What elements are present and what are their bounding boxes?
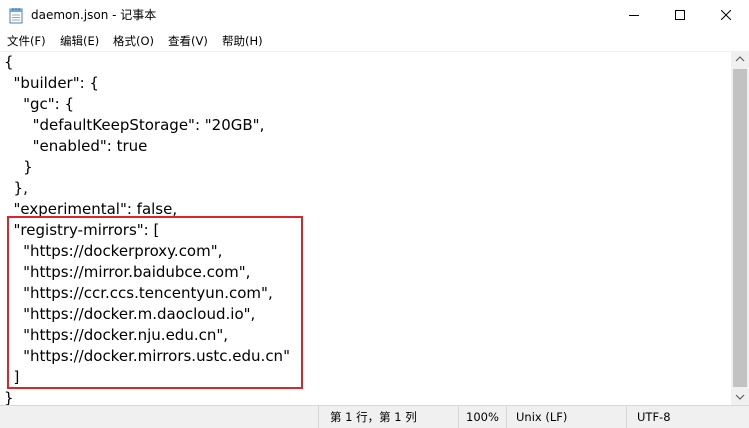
text-editor[interactable]: { "builder": { "gc": { "defaultKeepStora… — [0, 51, 731, 406]
line-ending: Unix (LF) — [516, 410, 568, 424]
zoom-level: 100% — [466, 410, 499, 424]
window-title: daemon.json - 记事本 — [31, 8, 157, 22]
code-line: } — [4, 389, 14, 406]
menu-format[interactable]: 格式(O) — [113, 33, 154, 49]
code-line: "builder": { — [4, 74, 99, 92]
menu-help[interactable]: 帮助(H) — [222, 33, 263, 49]
menu-file[interactable]: 文件(F) — [7, 33, 46, 49]
status-zoom-cell: 100% — [458, 406, 506, 428]
close-button[interactable] — [703, 0, 749, 31]
menu-edit[interactable]: 编辑(E) — [60, 33, 99, 49]
scroll-up-button[interactable] — [731, 51, 749, 68]
registry-mirrors-highlight — [7, 216, 303, 389]
close-icon — [721, 10, 731, 20]
encoding: UTF-8 — [637, 410, 671, 424]
chevron-up-icon — [735, 56, 745, 62]
code-line: { — [4, 53, 14, 71]
code-line: "gc": { — [4, 95, 75, 113]
title-bar[interactable]: daemon.json - 记事本 — [0, 0, 749, 31]
notepad-icon — [9, 7, 23, 24]
menu-view[interactable]: 查看(V) — [168, 33, 208, 49]
code-line: }, — [4, 179, 28, 197]
scroll-down-button[interactable] — [731, 388, 749, 405]
status-position-cell: 第 1 行，第 1 列 — [318, 406, 458, 428]
vertical-scrollbar[interactable] — [731, 51, 749, 405]
code-line: } — [4, 158, 33, 176]
scroll-thumb[interactable] — [733, 69, 747, 387]
chevron-down-icon — [735, 394, 745, 400]
code-line: "enabled": true — [4, 137, 148, 155]
notepad-window: daemon.json - 记事本 文件(F) 编辑(E) 格式(O) 查看(V… — [0, 0, 749, 428]
menu-bar: 文件(F) 编辑(E) 格式(O) 查看(V) 帮助(H) — [0, 31, 749, 51]
cursor-position: 第 1 行，第 1 列 — [330, 410, 417, 424]
code-line: "defaultKeepStorage": "20GB", — [4, 116, 265, 134]
status-encoding-cell: UTF-8 — [626, 406, 749, 428]
status-line-ending-cell: Unix (LF) — [506, 406, 626, 428]
minimize-icon — [629, 15, 639, 16]
maximize-icon — [675, 10, 685, 20]
status-bar: 第 1 行，第 1 列 100% Unix (LF) UTF-8 — [0, 405, 749, 428]
maximize-button[interactable] — [657, 0, 703, 31]
minimize-button[interactable] — [611, 0, 657, 31]
